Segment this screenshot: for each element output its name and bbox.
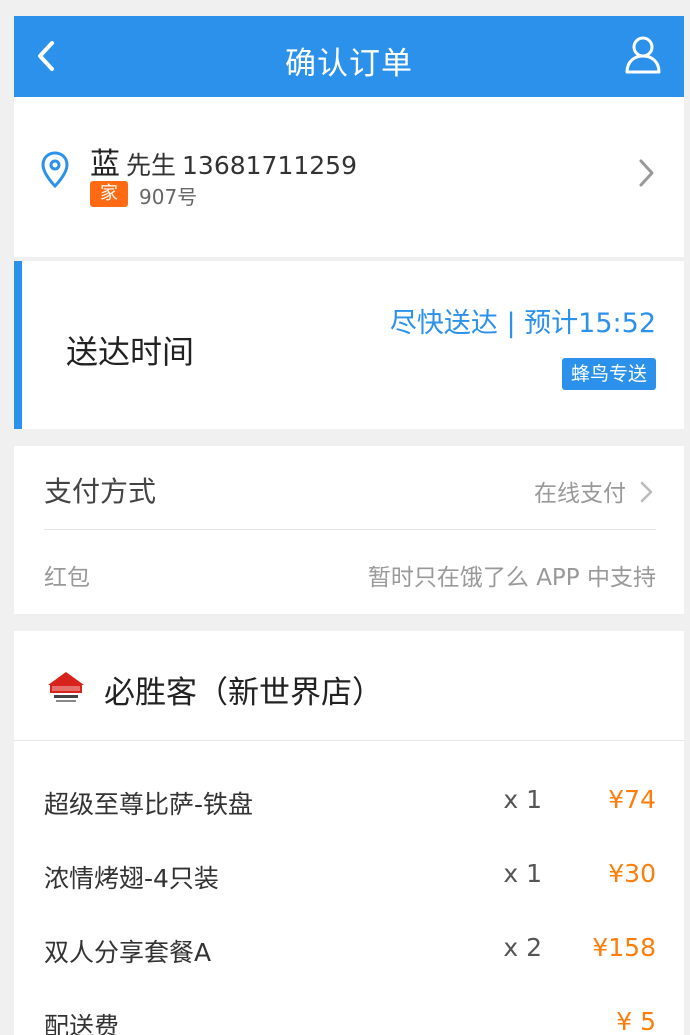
shop-name: 必胜客（新世界店） xyxy=(104,675,383,711)
delivery-fee-row: 配送费 ¥ 5 xyxy=(44,963,656,1035)
order-item-row: 双人分享套餐A x 2 ¥158 xyxy=(44,889,656,967)
delivery-eta: 尽快送达 | 预计15:52 xyxy=(389,308,656,339)
hongbao-row: 红包 暂时只在饿了么 APP 中支持 xyxy=(44,530,656,614)
phone-screen: 确认订单 蓝先生 13681711259 家 907号 送达时间 尽快送达 | 预… xyxy=(14,16,684,1035)
payment-method-row[interactable]: 支付方式 在线支付 xyxy=(44,446,656,530)
contact-phone: 13681711259 xyxy=(182,151,357,180)
hongbao-value: 暂时只在饿了么 APP 中支持 xyxy=(367,565,656,591)
order-items: 超级至尊比萨-铁盘 x 1 ¥74 浓情烤翅-4只装 x 1 ¥30 双人分享套… xyxy=(14,741,684,1035)
item-qty: x 1 xyxy=(503,859,542,888)
shop-logo xyxy=(48,672,84,702)
payment-method-value: 在线支付 xyxy=(534,481,626,507)
hongbao-label: 红包 xyxy=(44,565,90,591)
fee-price: ¥ 5 xyxy=(616,1007,656,1035)
payment-method-label: 支付方式 xyxy=(44,475,157,508)
header-bar: 确认订单 xyxy=(14,16,684,97)
item-price: ¥30 xyxy=(608,859,656,888)
delivery-service-badge: 蜂鸟专送 xyxy=(561,358,656,390)
page-title: 确认订单 xyxy=(285,46,413,82)
payment-section: 支付方式 在线支付 红包 暂时只在饿了么 APP 中支持 xyxy=(14,446,684,614)
contact-surname: 蓝 xyxy=(90,147,120,182)
contact-title: 先生 xyxy=(126,151,177,180)
delivery-time-section[interactable]: 送达时间 尽快送达 | 预计15:52 蜂鸟专送 xyxy=(14,261,684,429)
location-pin-icon xyxy=(41,151,69,189)
item-price: ¥158 xyxy=(592,933,656,962)
item-price: ¥74 xyxy=(608,785,656,814)
address-detail: 907号 xyxy=(139,185,198,209)
delivery-time-label: 送达时间 xyxy=(66,333,195,371)
order-item-row: 超级至尊比萨-铁盘 x 1 ¥74 xyxy=(44,741,656,819)
address-card[interactable]: 蓝先生 13681711259 家 907号 xyxy=(14,97,684,325)
shop-header: 必胜客（新世界店） xyxy=(14,631,684,741)
fee-label: 配送费 xyxy=(44,1012,120,1035)
contact-line: 蓝先生 13681711259 xyxy=(90,139,357,183)
user-icon[interactable] xyxy=(624,34,662,74)
address-tag: 家 xyxy=(90,181,128,207)
order-item-row: 浓情烤翅-4只装 x 1 ¥30 xyxy=(44,815,656,893)
item-qty: x 2 xyxy=(503,933,542,962)
chevron-right-icon xyxy=(640,481,653,503)
chevron-right-icon[interactable] xyxy=(638,157,656,189)
item-qty: x 1 xyxy=(503,785,542,814)
